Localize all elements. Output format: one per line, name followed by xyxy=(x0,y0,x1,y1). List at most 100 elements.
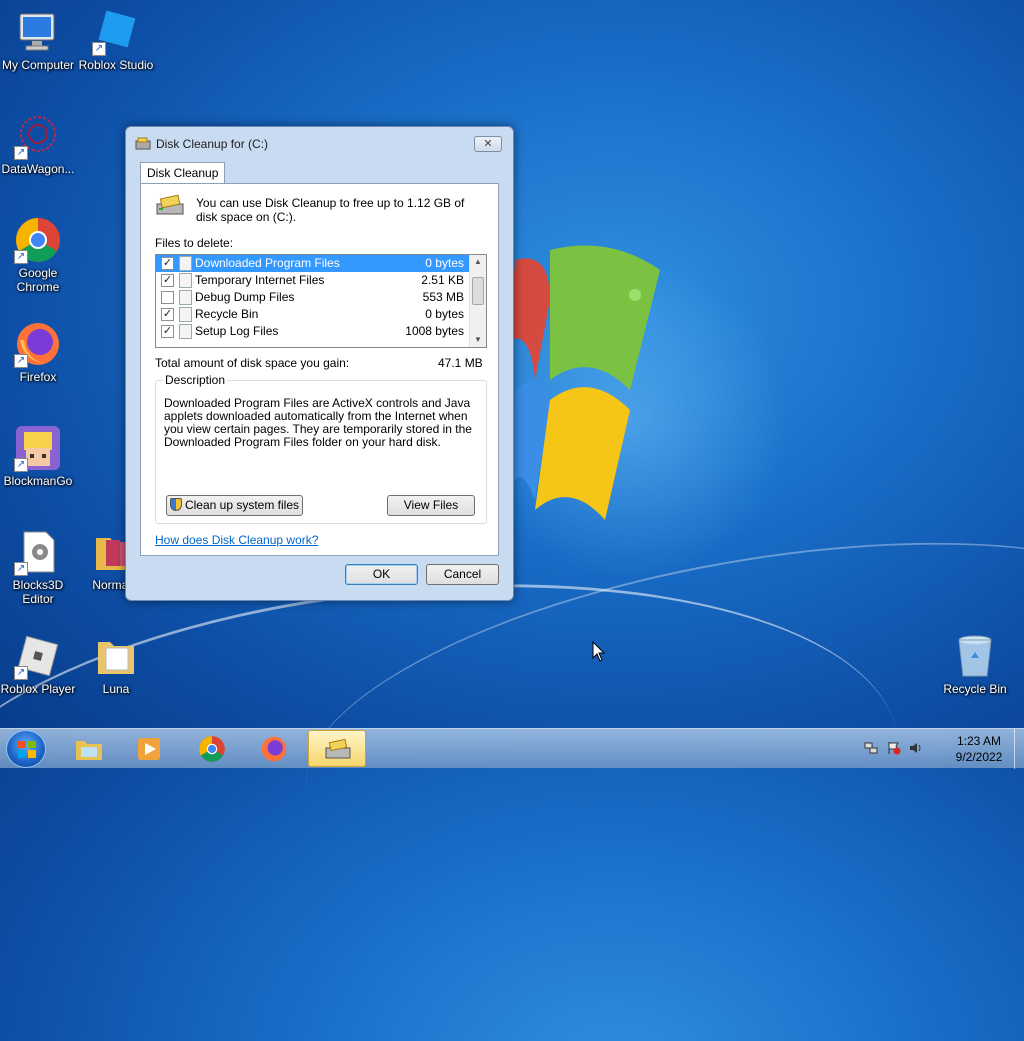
file-checkbox[interactable]: ✓ xyxy=(161,325,174,338)
blocks3d-editor-icon: ↗ xyxy=(14,528,62,576)
system-tray: 1:23 AM 9/2/2022 xyxy=(859,729,1024,769)
file-size: 0 bytes xyxy=(425,256,464,270)
scroll-down-icon[interactable]: ▼ xyxy=(470,333,486,347)
desktop-icon-datawagon[interactable]: ↗ DataWagon... xyxy=(0,112,76,176)
folder-icon xyxy=(92,632,140,680)
taskbar: 1:23 AM 9/2/2022 xyxy=(0,728,1024,769)
total-gain-value: 47.1 MB xyxy=(438,356,483,370)
desktop-icon-recycle-bin[interactable]: Recycle Bin xyxy=(937,632,1013,696)
desktop-icon-label: Firefox xyxy=(19,370,57,384)
desktop-icon-label: Luna xyxy=(102,682,130,696)
disk-cleanup-icon xyxy=(325,738,351,759)
list-item[interactable]: ✓ Temporary Internet Files 2.51 KB xyxy=(156,272,486,289)
desktop-icon-label: Blocks3D Editor xyxy=(12,578,64,606)
shortcut-arrow-icon: ↗ xyxy=(14,354,28,368)
roblox-player-icon: ↗ xyxy=(14,632,62,680)
description-text: Downloaded Program Files are ActiveX con… xyxy=(164,396,472,449)
desktop-icon-blocks3d-editor[interactable]: ↗ Blocks3D Editor xyxy=(0,528,76,606)
ok-button[interactable]: OK xyxy=(345,564,418,585)
view-files-button[interactable]: View Files xyxy=(387,495,475,516)
taskbar-disk-cleanup[interactable] xyxy=(308,730,366,767)
file-name: Recycle Bin xyxy=(195,307,259,321)
list-item[interactable]: ✓ Setup Log Files 1008 bytes xyxy=(156,323,486,340)
clock-date: 9/2/2022 xyxy=(955,750,1003,764)
disk-cleanup-icon xyxy=(135,137,151,150)
firefox-icon: ↗ xyxy=(14,320,62,368)
button-label: Clean up system files xyxy=(184,498,300,512)
uac-shield-icon xyxy=(169,498,182,511)
intro-text: You can use Disk Cleanup to free up to 1… xyxy=(196,196,465,224)
desktop-icon-label: Roblox Studio xyxy=(78,58,154,72)
dialog-title: Disk Cleanup for (C:) xyxy=(156,137,269,151)
desktop-icon-my-computer[interactable]: My Computer xyxy=(0,8,76,72)
desktop-icon-label: BlockmanGo xyxy=(3,474,73,488)
recycle-bin-icon xyxy=(951,632,999,680)
close-icon: ✕ xyxy=(483,138,493,150)
taskbar-firefox[interactable] xyxy=(245,730,303,767)
disk-cleanup-dialog: Disk Cleanup for (C:) ✕ Disk Cleanup You… xyxy=(125,126,514,601)
blockmango-icon: ↗ xyxy=(14,424,62,472)
desktop-icon-luna[interactable]: Luna xyxy=(78,632,154,696)
volume-icon[interactable] xyxy=(909,741,923,755)
taskbar-chrome[interactable] xyxy=(183,730,241,767)
clean-up-system-files-button[interactable]: Clean up system files xyxy=(166,495,303,516)
action-center-flag-icon[interactable] xyxy=(887,741,901,755)
desktop-icon-label: DataWagon... xyxy=(1,162,75,176)
description-legend: Description xyxy=(163,373,228,387)
help-link[interactable]: How does Disk Cleanup work? xyxy=(155,533,318,547)
list-scrollbar[interactable]: ▲ ▼ xyxy=(469,255,486,347)
windows-logo-icon xyxy=(18,741,36,758)
tab-disk-cleanup[interactable]: Disk Cleanup xyxy=(140,162,226,184)
scroll-up-icon[interactable]: ▲ xyxy=(470,255,486,269)
show-desktop-button[interactable] xyxy=(1014,729,1024,769)
list-item[interactable]: Debug Dump Files 553 MB xyxy=(156,289,486,306)
desktop-icon-label: Recycle Bin xyxy=(943,682,1007,696)
folder-icon xyxy=(179,256,192,271)
file-size: 1008 bytes xyxy=(405,324,464,338)
desktop-icon-label: Google Chrome xyxy=(16,266,60,294)
file-size: 2.51 KB xyxy=(421,273,464,287)
list-item[interactable]: ✓ Downloaded Program Files 0 bytes xyxy=(156,255,486,272)
file-size: 0 bytes xyxy=(425,307,464,321)
clock-time: 1:23 AM xyxy=(956,734,1002,748)
document-icon xyxy=(179,273,192,288)
file-checkbox[interactable]: ✓ xyxy=(161,257,174,270)
start-button[interactable] xyxy=(6,730,46,768)
desktop-icon-blockmango[interactable]: ↗ BlockmanGo xyxy=(0,424,76,488)
taskbar-explorer[interactable] xyxy=(60,730,118,767)
close-button[interactable]: ✕ xyxy=(474,136,502,152)
file-checkbox[interactable]: ✓ xyxy=(161,308,174,321)
desktop-icon-label: My Computer xyxy=(1,58,75,72)
cancel-button[interactable]: Cancel xyxy=(426,564,499,585)
firefox-icon xyxy=(261,736,287,762)
desktop-icon-firefox[interactable]: ↗ Firefox xyxy=(0,320,76,384)
datawagon-icon: ↗ xyxy=(14,112,62,160)
file-checkbox[interactable]: ✓ xyxy=(161,274,174,287)
network-icon[interactable] xyxy=(864,741,878,755)
shortcut-arrow-icon: ↗ xyxy=(14,250,28,264)
total-gain-label: Total amount of disk space you gain: xyxy=(155,356,350,370)
file-checkbox[interactable] xyxy=(161,291,174,304)
desktop-icon-label: Roblox Player xyxy=(0,682,76,696)
mouse-cursor-icon xyxy=(592,641,606,662)
desktop-icon-roblox-player[interactable]: ↗ Roblox Player xyxy=(0,632,76,696)
shortcut-arrow-icon: ↗ xyxy=(14,146,28,160)
clock[interactable]: 1:23 AM 9/2/2022 xyxy=(940,733,1018,765)
windows-wallpaper-logo xyxy=(510,245,660,520)
file-name: Debug Dump Files xyxy=(195,290,295,304)
shortcut-arrow-icon: ↗ xyxy=(14,562,28,576)
files-to-delete-list[interactable]: ✓ Downloaded Program Files 0 bytes ✓ Tem… xyxy=(155,254,487,348)
shortcut-arrow-icon: ↗ xyxy=(14,458,28,472)
files-to-delete-label: Files to delete: xyxy=(155,236,234,250)
desktop-icon-google-chrome[interactable]: ↗ Google Chrome xyxy=(0,216,76,294)
desktop-icon-roblox-studio[interactable]: ↗ Roblox Studio xyxy=(78,8,154,72)
list-item[interactable]: ✓ Recycle Bin 0 bytes xyxy=(156,306,486,323)
scroll-thumb[interactable] xyxy=(472,277,484,305)
disk-cleanup-large-icon xyxy=(156,194,184,215)
taskbar-media-player[interactable] xyxy=(120,730,178,767)
roblox-studio-icon: ↗ xyxy=(92,8,140,56)
disk-cleanup-panel: You can use Disk Cleanup to free up to 1… xyxy=(140,183,499,556)
chrome-icon: ↗ xyxy=(14,216,62,264)
shortcut-arrow-icon: ↗ xyxy=(92,42,106,56)
dialog-titlebar[interactable]: Disk Cleanup for (C:) ✕ xyxy=(126,127,513,161)
